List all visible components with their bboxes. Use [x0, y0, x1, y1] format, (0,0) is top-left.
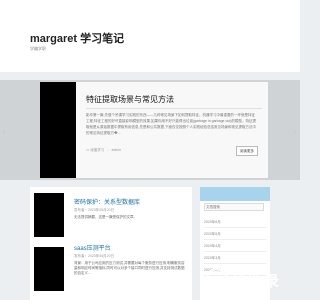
featured-post-category[interactable]: 深度学习: [90, 148, 104, 152]
carousel-next-arrow-icon[interactable]: ›: [292, 127, 298, 137]
carousel-prev-arrow-icon[interactable]: ‹: [1, 127, 7, 137]
archive-link[interactable]: 2020年3月: [204, 253, 266, 264]
archive-link[interactable]: 2020年6月: [204, 217, 266, 228]
post-title[interactable]: saas压测平台: [74, 243, 111, 252]
post-title[interactable]: 密码保护：关系型数据库: [74, 197, 140, 206]
read-more-button[interactable]: 阅读更多: [236, 146, 258, 156]
post-thumbnail[interactable]: [34, 193, 64, 237]
featured-post-meta: ▭ 深度学习 ◦ admin: [86, 148, 121, 153]
search-widget-header: [200, 187, 270, 201]
watermark-text: 快收录: [232, 273, 281, 290]
watermark-logo-icon: [206, 268, 228, 290]
post-meta: 发布者：2020年05月20日: [74, 254, 115, 258]
featured-post-card: 特征提取场景与常见方法 影卒第一篇,先做个吊课学习实践的东西——几种常见场景下如…: [40, 82, 268, 178]
post-list: 密码保护：关系型数据库 发布者：2020年05月20日 无法提供摘要。这是一篇受…: [30, 187, 192, 300]
site-title[interactable]: margaret 学习笔记: [30, 30, 124, 46]
post-meta: 发布者：2020年05月20日: [74, 208, 115, 212]
watermark: 快收录: [206, 264, 296, 294]
site-tagline: 学编学职: [30, 46, 46, 51]
archive-link[interactable]: 2020年4月: [204, 241, 266, 252]
post-excerpt: 无法提供摘要。这是一篇受保护的文章。: [74, 215, 137, 219]
folder-icon: ▭: [86, 148, 90, 152]
user-icon: ◦: [107, 148, 109, 152]
featured-post-title[interactable]: 特征提取场景与常见方法: [86, 94, 174, 105]
site-header: margaret 学习笔记 学编学职: [0, 0, 300, 72]
search-input[interactable]: [204, 203, 264, 211]
archive-link[interactable]: 2020年5月: [204, 229, 266, 240]
featured-post-excerpt: 影卒第一篇,先做个吊课学习实践的东西——几种常见场景下如何提取特征。机器学习中最…: [86, 113, 256, 135]
featured-divider: [86, 108, 262, 109]
featured-post-thumbnail[interactable]: [40, 82, 76, 178]
post-excerpt: 背景：用于公司应用的压力测试,并需要对每个服务进行压测,明确服务容量和响应时间等…: [74, 261, 185, 275]
featured-post-author[interactable]: admin: [112, 148, 122, 152]
post-thumbnail[interactable]: [34, 247, 64, 291]
